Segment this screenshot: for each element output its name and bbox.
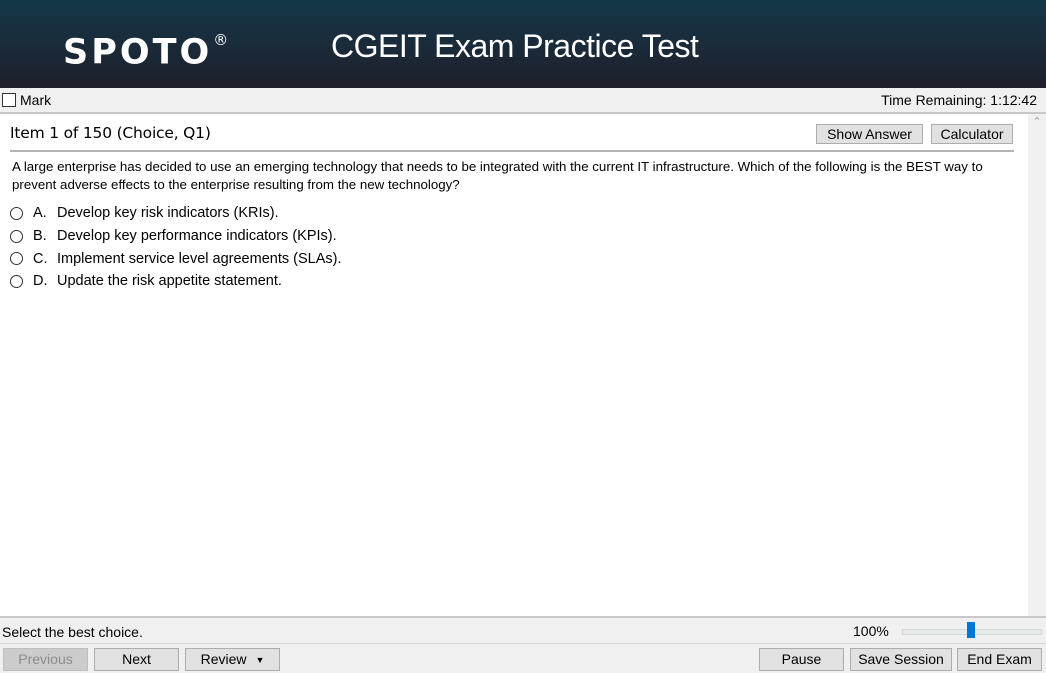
radio-icon[interactable] [10,206,23,220]
vertical-scrollbar[interactable]: ⌃ [1028,114,1046,616]
navigation-bar: Previous Next Review ▼ Pause Save Session… [0,643,1046,673]
calculator-button[interactable]: Calculator [931,124,1013,144]
save-session-button[interactable]: Save Session [850,648,952,671]
logo-text: SPOTO [63,32,213,73]
item-title: Item 1 of 150 (Choice, Q1) [10,124,211,142]
exam-title: CGEIT Exam Practice Test [331,28,699,64]
pause-button[interactable]: Pause [759,648,844,671]
end-exam-button[interactable]: End Exam [957,648,1042,671]
radio-icon[interactable] [10,252,23,266]
title-divider [10,150,1014,152]
dropdown-arrow-icon: ▼ [255,655,265,665]
time-remaining: Time Remaining: 1:12:42 [881,92,1037,108]
option-letter: A. [33,205,47,222]
mark-label: Mark [20,92,52,108]
option-d[interactable]: D. Update the risk appetite statement. [10,270,341,293]
registered-mark: ® [213,31,229,49]
option-letter: B. [33,228,47,245]
previous-button[interactable]: Previous [3,648,88,671]
mark-checkbox[interactable]: Mark [2,92,51,108]
answer-options: A. Develop key risk indicators (KRIs). B… [10,202,341,293]
spoto-logo: SPOTO® [63,24,228,75]
checkbox-icon[interactable] [2,93,16,107]
radio-icon[interactable] [10,229,23,243]
question-panel: Item 1 of 150 (Choice, Q1) Show Answer C… [0,114,1028,616]
status-bar: Select the best choice. 100% [0,616,1046,643]
review-label: Review [200,651,247,667]
option-b[interactable]: B. Develop key performance indicators (K… [10,225,341,248]
option-a[interactable]: A. Develop key risk indicators (KRIs). [10,202,341,225]
app-header: SPOTO® CGEIT Exam Practice Test [0,0,1046,88]
option-letter: C. [33,250,48,267]
zoom-slider-thumb[interactable] [967,622,975,638]
question-text: A large enterprise has decided to use an… [12,159,983,192]
review-button[interactable]: Review ▼ [185,648,280,671]
option-c[interactable]: C. Implement service level agreements (S… [10,247,341,270]
show-answer-button[interactable]: Show Answer [816,124,923,144]
chevron-up-icon[interactable]: ⌃ [1032,117,1042,128]
instruction-text: Select the best choice. [2,624,143,640]
zoom-level: 100% [853,623,889,639]
option-text: Implement service level agreements (SLAs… [57,250,342,267]
next-button[interactable]: Next [94,648,179,671]
option-letter: D. [33,273,48,290]
option-text: Develop key performance indicators (KPIs… [57,228,337,245]
option-text: Update the risk appetite statement. [57,273,282,290]
mark-bar: Mark Time Remaining: 1:12:42 [0,88,1046,114]
option-text: Develop key risk indicators (KRIs). [57,205,279,222]
radio-icon[interactable] [10,274,23,288]
